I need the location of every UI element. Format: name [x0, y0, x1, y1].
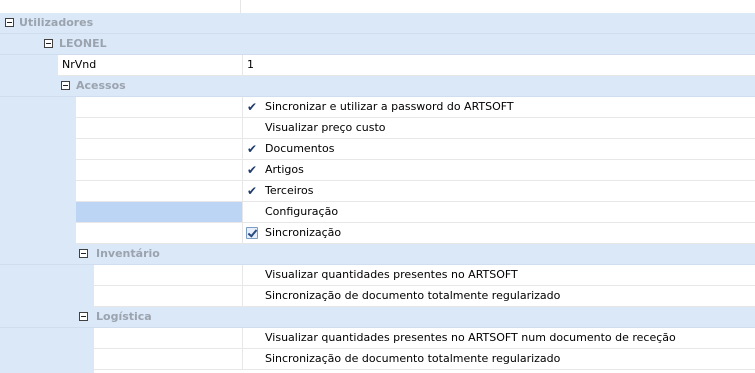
property-row[interactable]: ✔ Documentos [0, 139, 755, 160]
property-value-cell[interactable] [243, 160, 755, 181]
property-grid[interactable]: Utilizadores LEONEL NrVnd 1 Acessos ✔ Si… [0, 13, 755, 373]
property-name-cell[interactable] [94, 265, 243, 286]
property-row[interactable]: Visualizar quantidades presentes no ARTS… [0, 265, 755, 286]
category-label: LEONEL [59, 37, 107, 50]
property-row[interactable]: Visualizar preço custo [0, 118, 755, 139]
collapse-icon[interactable] [79, 312, 88, 321]
option-label: Documentos [265, 142, 335, 155]
property-name-cell[interactable] [94, 328, 243, 349]
category-leonel[interactable]: LEONEL [0, 34, 755, 55]
collapse-icon[interactable] [5, 18, 14, 27]
option-label: Sincronizar e utilizar a password do ART… [265, 100, 514, 113]
property-row[interactable]: Sincronização de documento totalmente re… [0, 286, 755, 307]
property-name-cell[interactable]: NrVnd [58, 55, 243, 76]
option-label: Visualizar quantidades presentes no ARTS… [265, 331, 676, 344]
option-label: Configuração [265, 205, 339, 218]
checkbox-checked[interactable] [246, 227, 258, 239]
property-name-cell[interactable] [76, 223, 243, 244]
checkmark-icon[interactable]: ✔ [247, 100, 259, 114]
row-indent [0, 97, 76, 118]
collapse-icon[interactable] [44, 39, 53, 48]
property-name-cell[interactable] [94, 286, 243, 307]
checkmark-icon[interactable]: ✔ [247, 163, 259, 177]
category-acessos[interactable]: Acessos [0, 76, 755, 97]
property-value: 1 [247, 58, 254, 71]
row-indent [0, 139, 76, 160]
property-name-cell[interactable] [76, 118, 243, 139]
property-row[interactable]: ✔ Artigos [0, 160, 755, 181]
row-indent [0, 118, 76, 139]
property-row[interactable]: Sincronização [0, 223, 755, 244]
row-indent [0, 265, 94, 286]
option-label: Visualizar preço custo [265, 121, 386, 134]
property-name-cell[interactable] [76, 139, 243, 160]
property-row[interactable]: ✔ Terceiros [0, 181, 755, 202]
option-label: Sincronização de documento totalmente re… [265, 352, 561, 365]
row-indent [0, 160, 76, 181]
category-utilizadores[interactable]: Utilizadores [0, 13, 755, 34]
row-indent [0, 223, 76, 244]
property-name: NrVnd [62, 58, 97, 71]
category-inventario[interactable]: Inventário [0, 244, 755, 265]
property-value-cell[interactable]: 1 [243, 55, 755, 76]
category-label: Acessos [76, 79, 126, 92]
option-label: Terceiros [265, 184, 314, 197]
collapse-icon[interactable] [79, 249, 88, 258]
property-row-selected[interactable]: Configuração [0, 202, 755, 223]
checkmark-icon[interactable]: ✔ [247, 184, 259, 198]
category-logistica[interactable]: Logística [0, 307, 755, 328]
property-value-cell[interactable] [243, 181, 755, 202]
row-indent [0, 202, 76, 223]
row-indent [0, 349, 94, 373]
option-label: Sincronização [265, 226, 342, 239]
option-label: Sincronização de documento totalmente re… [265, 289, 561, 302]
property-name-cell[interactable] [76, 97, 243, 118]
checkmark-icon[interactable]: ✔ [247, 142, 259, 156]
property-name-cell[interactable] [94, 349, 243, 370]
column-divider [240, 0, 241, 13]
property-row[interactable]: ✔ Sincronizar e utilizar a password do A… [0, 97, 755, 118]
category-label: Inventário [96, 247, 160, 260]
collapse-icon[interactable] [61, 81, 70, 90]
row-indent [0, 286, 94, 307]
category-label: Logística [96, 310, 152, 323]
property-row-nrvnd[interactable]: NrVnd 1 [0, 55, 755, 76]
property-row[interactable]: Visualizar quantidades presentes no ARTS… [0, 328, 755, 349]
row-indent [0, 181, 76, 202]
category-label: Utilizadores [19, 16, 94, 29]
property-row[interactable]: Sincronização de documento totalmente re… [0, 349, 755, 373]
property-name-cell[interactable] [76, 181, 243, 202]
row-indent [0, 55, 58, 76]
property-name-cell-selected[interactable] [76, 202, 243, 223]
grid-top-strip [0, 0, 755, 13]
option-label: Artigos [265, 163, 304, 176]
property-name-cell[interactable] [76, 160, 243, 181]
row-indent [0, 328, 94, 349]
option-label: Visualizar quantidades presentes no ARTS… [265, 268, 518, 281]
